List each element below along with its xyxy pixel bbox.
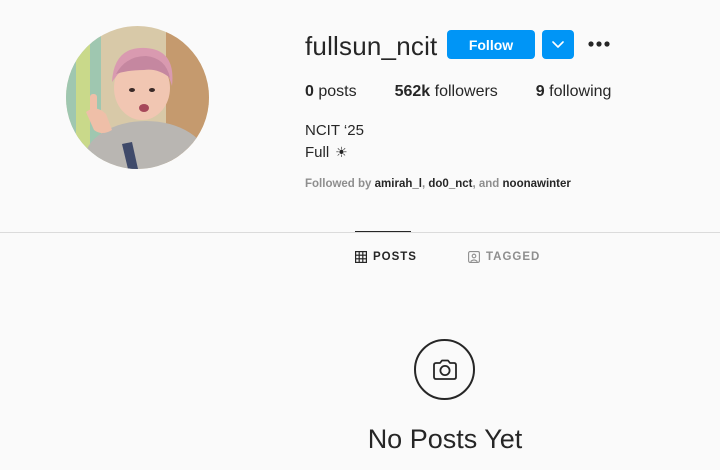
tagged-icon bbox=[468, 251, 480, 263]
followed-by-user[interactable]: amirah_l bbox=[375, 178, 422, 190]
bio-name: NCIT ‘25 bbox=[305, 122, 364, 139]
followed-by-and: , and bbox=[472, 178, 500, 190]
bio-text-label: Full bbox=[305, 144, 330, 161]
following-stat[interactable]: 9 following bbox=[536, 83, 612, 101]
followers-label: followers bbox=[434, 83, 498, 100]
chevron-down-icon bbox=[552, 40, 564, 48]
tab-posts[interactable]: POSTS bbox=[355, 251, 417, 263]
tabs-divider bbox=[0, 232, 720, 233]
suggested-dropdown-button[interactable] bbox=[542, 30, 574, 59]
posts-count: 0 bbox=[305, 83, 314, 100]
followed-by-separator: , bbox=[421, 178, 426, 190]
posts-count-stat: 0 posts bbox=[305, 83, 357, 101]
followers-stat[interactable]: 562k followers bbox=[395, 83, 498, 101]
tab-posts-label: POSTS bbox=[373, 251, 417, 263]
grid-icon bbox=[355, 251, 367, 263]
more-options-button[interactable] bbox=[586, 34, 612, 54]
tab-tagged-label: TAGGED bbox=[486, 251, 541, 263]
tab-tagged[interactable]: TAGGED bbox=[468, 251, 540, 263]
profile-stats: 0 posts 562k followers 9 following bbox=[305, 83, 649, 101]
posts-label: posts bbox=[318, 83, 357, 100]
empty-state-icon-circle bbox=[414, 339, 475, 400]
following-count: 9 bbox=[535, 83, 545, 100]
bio-text: Full ☀ bbox=[305, 144, 348, 161]
followed-by-user[interactable]: noonawinter bbox=[503, 178, 571, 190]
empty-state-title: No Posts Yet bbox=[367, 424, 523, 454]
follow-button[interactable]: Follow bbox=[447, 30, 535, 59]
camera-icon bbox=[432, 359, 457, 380]
sun-icon: ☀ bbox=[335, 144, 348, 160]
profile-username: fullsun_ncit bbox=[305, 31, 438, 61]
following-label: following bbox=[549, 83, 612, 100]
more-horizontal-icon bbox=[588, 41, 610, 47]
followed-by[interactable]: Followed by amirah_l, do0_nct, and noona… bbox=[305, 178, 571, 190]
followed-by-user[interactable]: do0_nct bbox=[428, 178, 472, 190]
followers-count: 562k bbox=[394, 83, 431, 100]
profile-avatar[interactable] bbox=[66, 26, 209, 169]
followed-by-prefix: Followed by bbox=[305, 178, 372, 190]
active-tab-indicator bbox=[355, 231, 411, 232]
